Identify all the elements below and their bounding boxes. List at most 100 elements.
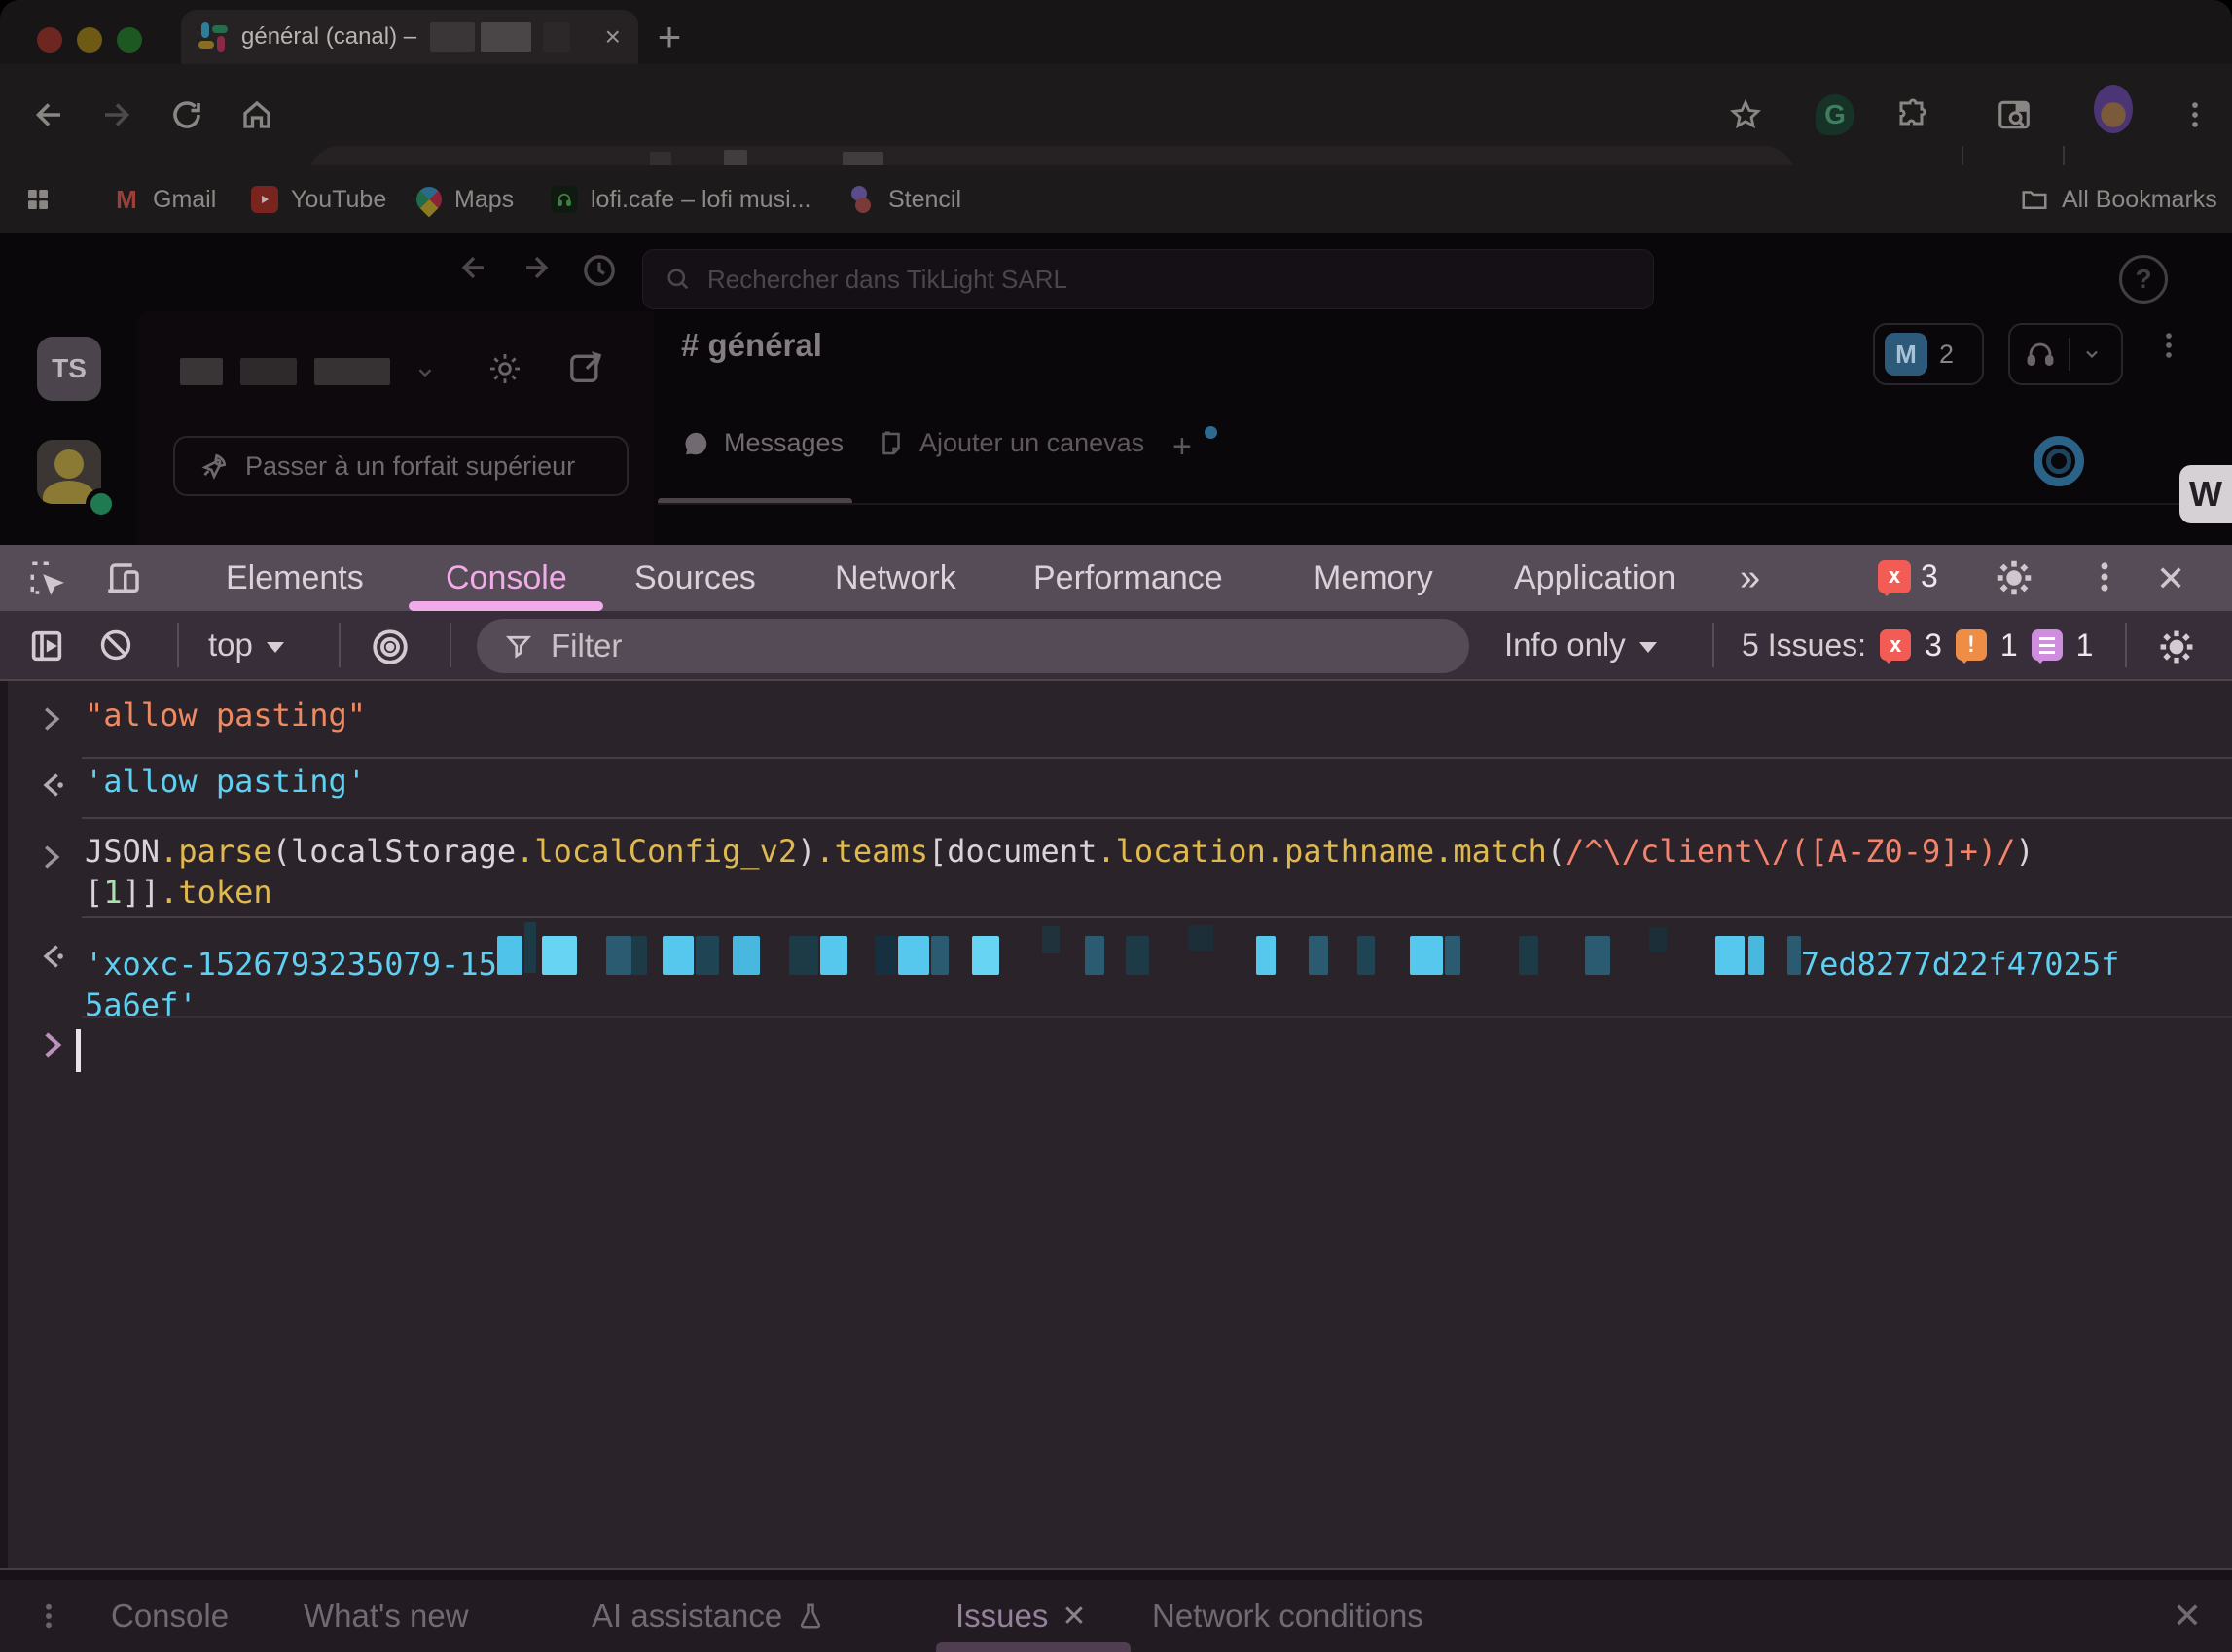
tab-title-redaction <box>430 22 570 52</box>
console-result-line[interactable]: 'allow pasting' <box>85 761 2213 802</box>
compose-icon[interactable] <box>566 348 605 387</box>
bookmark-maps[interactable]: Maps <box>416 165 514 233</box>
home-icon[interactable] <box>237 95 276 134</box>
toolbar-divider <box>450 623 451 667</box>
drawer-tab-console[interactable]: Console <box>111 1580 229 1652</box>
titlebar: général (canal) – × + <box>0 0 2232 64</box>
tab-close-icon[interactable]: × <box>605 23 621 51</box>
chevron-down-icon <box>414 362 436 383</box>
extensions-puzzle-icon[interactable] <box>1893 95 1932 134</box>
console-token-result[interactable]: 'xoxc-1526793235079-157ed8277d22f47025f … <box>85 930 2213 1025</box>
inspect-element-icon[interactable] <box>27 558 68 599</box>
console-errors-badge[interactable]: x 3 <box>1878 558 1938 594</box>
forward-icon[interactable] <box>97 95 136 134</box>
devtools-settings-gear-icon[interactable] <box>1993 557 2035 599</box>
token-wrap-1: 'xoxc-1526793235079-157ed8277d22f47025f <box>85 930 2213 985</box>
traffic-light-zoom[interactable] <box>117 27 142 53</box>
grammarly-extension-icon[interactable]: G <box>1816 95 1854 134</box>
drawer-tab-issues[interactable]: Issues ✕ <box>955 1580 1087 1652</box>
gmail-icon: M <box>113 186 140 213</box>
traffic-light-minimize[interactable] <box>77 27 102 53</box>
bookmark-gmail[interactable]: M Gmail <box>113 165 216 233</box>
devtools-tab-memory[interactable]: Memory <box>1314 545 1433 611</box>
youtube-icon <box>251 186 278 213</box>
drawer-tab-whats-new[interactable]: What's new <box>304 1580 469 1652</box>
workspace-avatar[interactable]: TS <box>37 337 101 401</box>
assistant-ring-icon[interactable] <box>2034 436 2084 486</box>
result-arrow-icon <box>39 942 66 971</box>
log-level-selector[interactable]: Info only <box>1504 611 1657 679</box>
chevron-down-icon[interactable] <box>2082 344 2102 364</box>
console-expression-line[interactable]: JSON.parse(localStorage.localConfig_v2).… <box>85 831 2213 913</box>
bookmark-youtube[interactable]: YouTube <box>251 165 386 233</box>
all-bookmarks[interactable]: All Bookmarks <box>2020 165 2217 233</box>
bookmark-star-icon[interactable] <box>1726 95 1765 134</box>
devtools-tab-application[interactable]: Application <box>1514 545 1675 611</box>
add-tab-button[interactable]: + <box>1172 428 1192 466</box>
slack-forward-icon[interactable] <box>520 251 553 284</box>
tabs-hairline <box>658 503 2232 505</box>
side-search-icon[interactable] <box>1995 95 2034 134</box>
slack-back-icon[interactable] <box>457 251 490 284</box>
caret-down-icon <box>1639 642 1657 653</box>
devtools-tab-sources[interactable]: Sources <box>634 545 756 611</box>
issues-warning-icon: ! <box>1956 629 1987 661</box>
devtools-tab-performance[interactable]: Performance <box>1033 545 1223 611</box>
console-output[interactable]: "allow pasting" 'allow pasting' JSON.par… <box>0 681 2232 1568</box>
drawer-close-icon[interactable]: ✕ <box>2166 1580 2209 1652</box>
w-widget-badge[interactable]: W <box>2179 465 2232 523</box>
channel-title[interactable]: # général <box>681 327 822 364</box>
lofi-icon <box>551 186 578 213</box>
gear-icon[interactable] <box>486 350 523 387</box>
browser-tab[interactable]: général (canal) – × <box>181 10 638 64</box>
channel-menu-icon[interactable] <box>2152 329 2185 362</box>
search-icon <box>665 266 692 293</box>
slack-search-input[interactable]: Rechercher dans TikLight SARL <box>642 249 1654 309</box>
traffic-light-close[interactable] <box>37 27 62 53</box>
drawer-menu-icon[interactable] <box>29 1580 68 1652</box>
help-icon[interactable]: ? <box>2119 255 2168 304</box>
upgrade-plan-button[interactable]: Passer à un forfait supérieur <box>173 436 629 496</box>
apps-grid-icon[interactable] <box>23 165 53 233</box>
huddle-button[interactable] <box>2008 323 2123 385</box>
bookmark-lofi[interactable]: lofi.cafe – lofi musi... <box>551 165 810 233</box>
clear-console-icon[interactable] <box>97 627 134 664</box>
new-tab-button[interactable]: + <box>646 14 693 60</box>
history-clock-icon[interactable] <box>580 251 619 290</box>
live-expression-eye-icon[interactable] <box>370 627 411 667</box>
chat-bubble-icon <box>681 429 710 458</box>
reload-icon[interactable] <box>167 95 206 134</box>
workspace-name-redaction[interactable] <box>180 358 390 390</box>
browser-menu-icon[interactable] <box>2176 95 2214 134</box>
bookmark-stencil[interactable]: Stencil <box>848 165 961 233</box>
profile-avatar[interactable] <box>2094 90 2133 128</box>
tab-messages[interactable]: Messages <box>681 428 844 458</box>
devtools-tab-network[interactable]: Network <box>835 545 956 611</box>
devtools-tab-elements[interactable]: Elements <box>226 545 364 611</box>
back-icon[interactable] <box>29 95 68 134</box>
issues-counter[interactable]: 5 Issues: x 3 ! 1 1 <box>1742 611 2093 679</box>
channel-members-button[interactable]: M 2 <box>1873 323 1984 385</box>
devtools-drawer: Console What's new AI assistance Issues … <box>0 1580 2232 1652</box>
console-sidebar-icon[interactable] <box>27 627 66 665</box>
drawer-tab-network-conditions[interactable]: Network conditions <box>1152 1580 1423 1652</box>
issues-tab-close-icon[interactable]: ✕ <box>1062 1599 1086 1634</box>
tab-add-canvas[interactable]: Ajouter un canevas <box>877 428 1144 458</box>
filter-placeholder: Filter <box>551 628 622 664</box>
console-settings-gear-icon[interactable] <box>2156 627 2197 667</box>
drawer-tab-ai-assistance[interactable]: AI assistance <box>592 1580 825 1652</box>
toolbar-divider <box>177 623 179 667</box>
console-text-cursor[interactable] <box>76 1029 81 1072</box>
console-filter-input[interactable]: Filter <box>477 619 1469 673</box>
device-toolbar-icon[interactable] <box>103 558 144 599</box>
stencil-icon <box>848 186 876 213</box>
slack-favicon <box>198 22 228 52</box>
devtools-close-icon[interactable]: ✕ <box>2156 558 2185 599</box>
console-echo-line[interactable]: "allow pasting" <box>85 695 2213 736</box>
more-tabs-icon[interactable]: » <box>1740 545 1760 611</box>
devtools-menu-icon[interactable] <box>2086 558 2123 595</box>
toolbar-divider <box>339 623 341 667</box>
headphones-icon <box>2024 338 2057 371</box>
member-count: 2 <box>1939 340 1954 370</box>
context-selector[interactable]: top <box>208 611 284 679</box>
